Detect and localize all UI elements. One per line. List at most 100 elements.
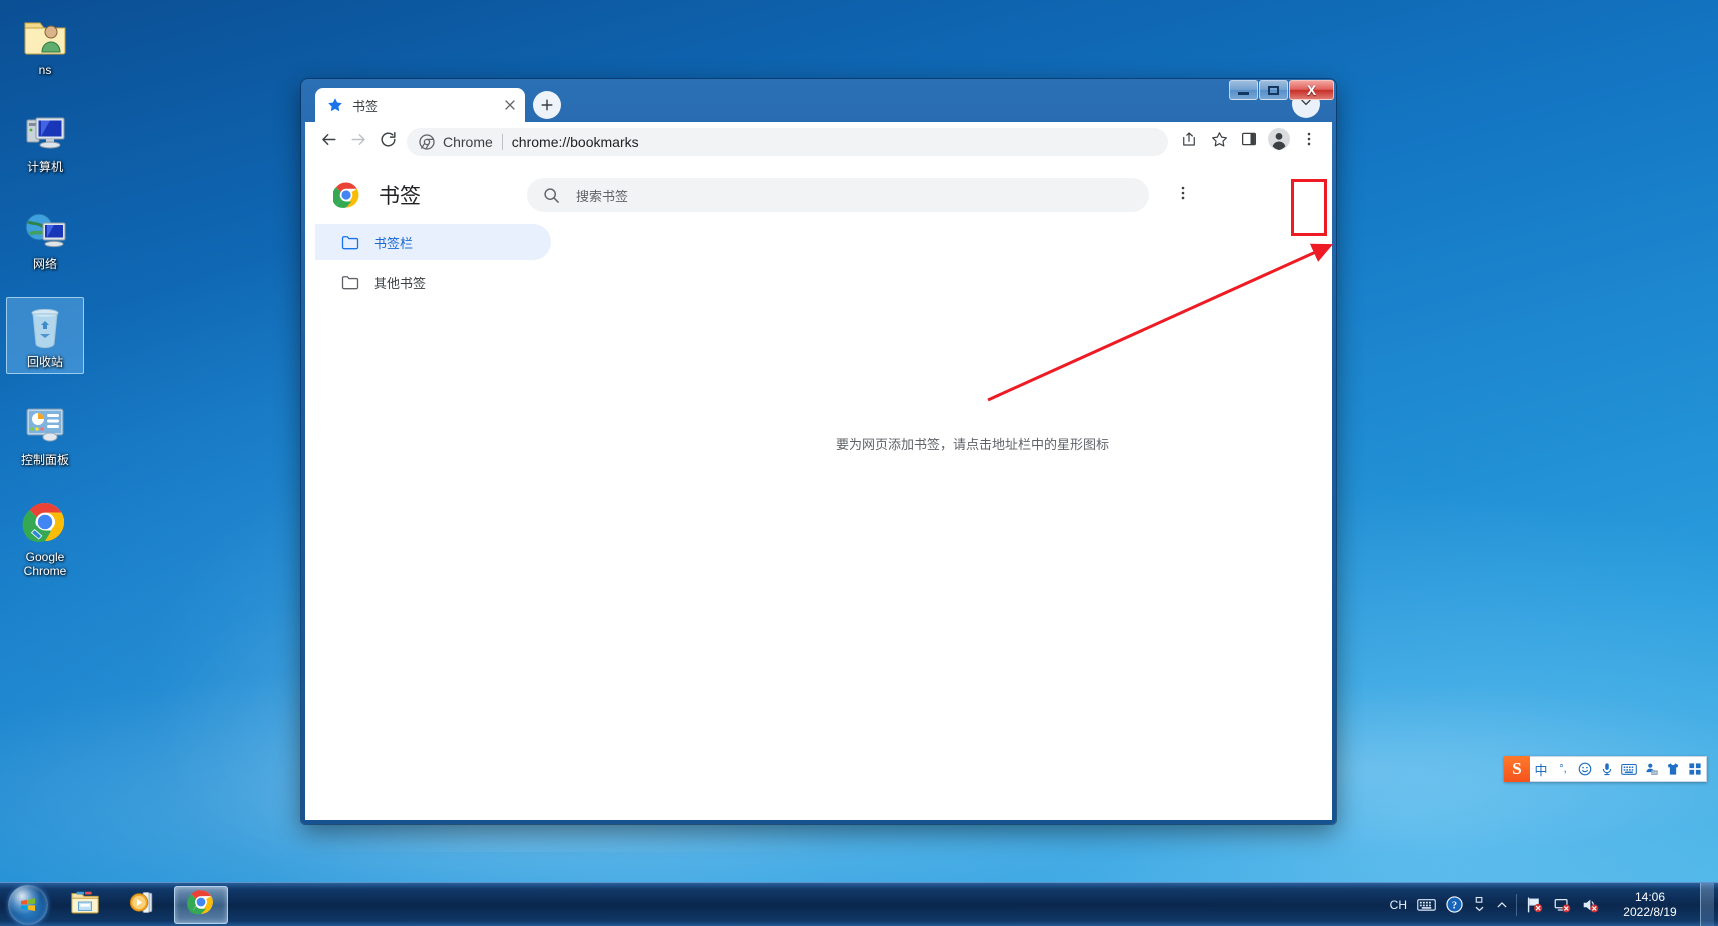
desktop[interactable]: ns 计算机 [0,0,1718,926]
window-close-button[interactable]: X [1289,80,1334,100]
user-24-icon: 24 [1644,762,1659,776]
window-minimize-button[interactable] [1229,80,1258,100]
desktop-icon-google-chrome[interactable]: Google Chrome [6,493,84,582]
media-player-icon [129,888,157,921]
taskbar: CH ? [0,882,1718,926]
share-icon [1180,130,1198,153]
omnibox-separator [502,134,503,150]
star-outline-icon [1210,130,1229,154]
clock-time: 14:06 [1635,890,1665,905]
desktop-icon-ns[interactable]: ns [6,6,84,81]
sogou-ime-toolbar[interactable]: S 中 °, [1504,756,1707,782]
browser-menu-button[interactable] [1294,127,1324,157]
chevron-up-icon [1473,896,1486,913]
windows-logo-icon [8,885,48,925]
ime-emoji-button[interactable] [1574,757,1596,781]
tray-expand-arrow-button[interactable] [1491,883,1513,926]
side-panel-button[interactable] [1234,127,1264,157]
sogou-logo-icon[interactable]: S [1504,756,1530,782]
tab-bookmarks[interactable]: 书签 [315,88,525,122]
desktop-icon-computer[interactable]: 计算机 [6,103,84,178]
page-title: 书签 [379,180,421,210]
tab-close-button[interactable] [501,96,519,114]
ime-punctuation-mode-button[interactable]: °, [1552,757,1574,781]
bookmark-star-button[interactable] [1204,127,1234,157]
mic-icon [1600,762,1614,776]
desktop-icon-label: 计算机 [27,160,63,174]
back-button[interactable] [313,127,343,157]
clock-date: 2022/8/19 [1623,905,1676,920]
star-icon [327,97,343,113]
computer-icon [21,108,69,156]
reload-button[interactable] [373,127,403,157]
tray-keyboard-button[interactable] [1412,883,1441,926]
grid-icon [1688,762,1702,776]
maximize-icon [1268,86,1279,95]
bookmarks-manager-page: 书签 搜索书签 [305,162,1332,820]
ime-voice-input-button[interactable] [1596,757,1618,781]
chrome-logo-icon [333,182,359,208]
url-text: chrome://bookmarks [512,134,639,150]
search-icon [543,187,560,204]
minimize-icon [1238,92,1249,95]
forward-button[interactable] [343,127,373,157]
svg-text:?: ? [1452,900,1457,911]
bookmarks-folder-sidebar: 书签栏 其他书签 [305,224,561,304]
side-panel-icon [1240,130,1258,153]
browser-toolbar: Chrome chrome://bookmarks [305,122,1332,162]
shirt-icon [1666,762,1680,776]
taskbar-clock[interactable]: 14:06 2022/8/19 [1604,883,1696,926]
help-icon: ? [1446,896,1463,913]
keyboard-icon [1417,898,1436,912]
tray-volume-button[interactable] [1576,883,1604,926]
sidebar-item-bookmarks-bar[interactable]: 书签栏 [315,224,551,260]
tray-action-center-button[interactable] [1520,883,1548,926]
tab-title: 书签 [352,96,501,115]
tray-show-hidden-icons-button[interactable] [1468,883,1491,926]
tray-network-button[interactable] [1548,883,1576,926]
desktop-icon-label: Google Chrome [8,550,82,578]
svg-text:24: 24 [1652,770,1657,775]
desktop-icon-control-panel[interactable]: 控制面板 [6,396,84,471]
desktop-icon-network[interactable]: 网络 [6,200,84,275]
tray-ime-language-label[interactable]: CH [1385,883,1412,926]
folder-icon [341,235,359,250]
ime-soft-keyboard-button[interactable] [1618,757,1640,781]
security-chip-label: Chrome [443,134,493,150]
start-button[interactable] [2,885,54,925]
empty-state-message: 要为网页添加书签，请点击地址栏中的星形图标 [836,434,1109,453]
ime-toolbox-button[interactable] [1684,757,1706,781]
tray-help-button[interactable]: ? [1441,883,1468,926]
folder-icon [341,275,359,290]
desktop-icon-recycle-bin[interactable]: 回收站 [6,297,84,374]
desktop-icon-label: ns [39,63,52,77]
profile-avatar-icon [1267,127,1291,156]
close-icon: X [1307,83,1316,97]
sidebar-item-other-bookmarks[interactable]: 其他书签 [315,264,551,300]
address-bar[interactable]: Chrome chrome://bookmarks [407,128,1168,156]
tab-strip: 书签 [305,82,1332,122]
desktop-icon-label: 控制面板 [21,453,69,467]
new-tab-button[interactable] [533,91,561,119]
bookmarks-empty-state: 要为网页添加书签，请点击地址栏中的星形图标 [561,162,1332,820]
keyboard-icon [1621,763,1637,776]
chrome-browser-window[interactable]: X 书签 [301,79,1336,824]
ime-language-mode-button[interactable]: 中 [1530,757,1552,781]
taskbar-item-windows-media-player[interactable] [116,886,170,924]
folder-explorer-icon [70,887,100,922]
show-desktop-button[interactable] [1700,883,1714,926]
chrome-icon [187,888,215,921]
ime-user-center-button[interactable]: 24 [1640,757,1662,781]
taskbar-item-windows-explorer[interactable] [58,886,112,924]
share-button[interactable] [1174,127,1204,157]
emoji-icon [1578,762,1592,776]
flag-error-icon [1525,896,1543,914]
window-maximize-button[interactable] [1259,80,1288,100]
kebab-menu-icon [1300,130,1318,153]
profile-button[interactable] [1264,127,1294,157]
desktop-icon-list: ns 计算机 [6,6,90,604]
user-folder-icon [21,11,69,59]
taskbar-item-google-chrome[interactable] [174,886,228,924]
ime-skin-button[interactable] [1662,757,1684,781]
desktop-icon-label: 回收站 [27,355,63,369]
